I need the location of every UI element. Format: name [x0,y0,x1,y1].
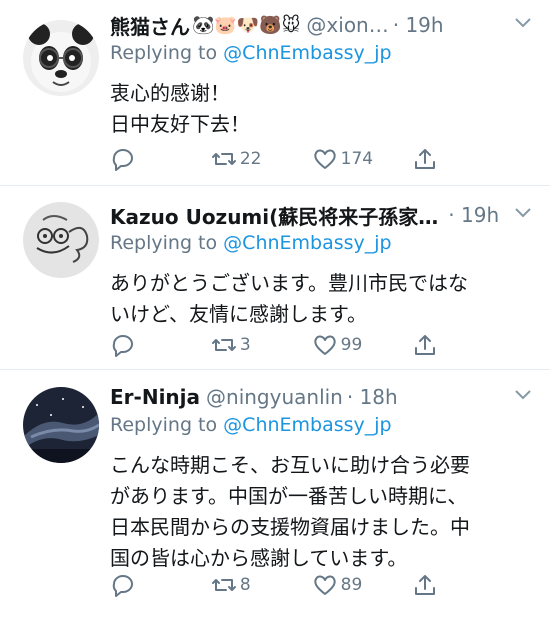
share-button[interactable] [412,572,440,598]
retweet-count: 8 [239,575,251,595]
retweet-button[interactable]: 22 [211,146,312,172]
replying-to: Replying to @ChnEmbassy_jp [110,414,532,442]
replying-to-label: Replying to [110,42,218,64]
heart-icon [313,575,336,595]
retweet-icon [211,153,236,165]
user-handle[interactable]: @xion… [306,13,388,37]
chevron-down-icon[interactable] [514,388,532,402]
replying-to: Replying to @ChnEmbassy_jp [110,42,532,70]
share-icon [415,575,436,595]
panda-avatar-icon [23,20,99,96]
sketch-avatar-icon [23,202,99,278]
reply-button[interactable] [110,572,211,598]
tweet-time[interactable]: · 19h [448,203,499,227]
retweet-icon [211,339,236,351]
avatar[interactable] [23,387,99,463]
reply-mention-link[interactable]: @ChnEmbassy_jp [223,42,391,64]
night-sky-avatar-icon [23,387,99,463]
chevron-down-icon[interactable] [514,16,532,30]
heart-icon [313,335,336,355]
chevron-down-icon[interactable] [514,206,532,220]
tweet[interactable]: 熊猫さん 🐼🐷🐶🐻🐭 @xion… · 19h Replying to @Chn… [0,0,550,186]
like-count: 174 [340,149,374,169]
reply-button[interactable] [110,146,211,172]
reply-icon [112,149,133,171]
retweet-button[interactable]: 8 [211,572,312,598]
reply-mention-link[interactable]: @ChnEmbassy_jp [223,232,391,254]
reply-mention-link[interactable]: @ChnEmbassy_jp [223,414,391,436]
tweet[interactable]: Er-Ninja @ningyuanlin · 18h Replying to … [0,370,550,608]
display-name[interactable]: 熊猫さん [110,11,190,40]
like-button[interactable]: 89 [312,572,413,598]
share-icon [415,149,436,169]
display-name[interactable]: Er-Ninja [110,385,200,409]
like-button[interactable]: 174 [312,146,413,172]
retweet-count: 22 [239,149,262,169]
name-emoji: 🐼🐷🐶🐻🐭 [192,14,301,36]
like-count: 89 [340,575,363,595]
tweet-text: こんな時期こそ、お互いに助け合う必要 があります。中国が一番苦しい時期に、 日本… [110,453,470,570]
tweet-time[interactable]: · 18h [347,385,398,409]
replying-to-label: Replying to [110,232,218,254]
share-icon [415,335,436,355]
tweet-text: ありがとうございます。豊川市民ではな いけど、友情に感謝します。 [110,271,468,326]
reply-icon [112,335,133,357]
avatar[interactable] [23,202,99,278]
display-name[interactable]: Kazuo Uozumi(蘇民将来子孫家… [110,201,438,230]
replying-to: Replying to @ChnEmbassy_jp [110,232,532,260]
reply-icon [112,575,133,597]
user-handle[interactable]: @ningyuanlin [206,385,343,409]
share-button[interactable] [412,146,440,172]
retweet-button[interactable]: 3 [211,332,312,358]
like-button[interactable]: 99 [312,332,413,358]
tweet-time[interactable]: · 19h [393,13,444,37]
retweet-count: 3 [239,335,251,355]
share-button[interactable] [412,332,440,358]
tweet-text: 衷心的感谢！ 日中友好下去！ [110,81,250,136]
retweet-icon [211,579,236,591]
heart-icon [313,149,336,169]
avatar[interactable] [23,20,99,96]
reply-button[interactable] [110,332,211,358]
replying-to-label: Replying to [110,414,218,436]
tweet[interactable]: Kazuo Uozumi(蘇民将来子孫家… · 19h Replying to … [0,186,550,370]
like-count: 99 [340,335,363,355]
